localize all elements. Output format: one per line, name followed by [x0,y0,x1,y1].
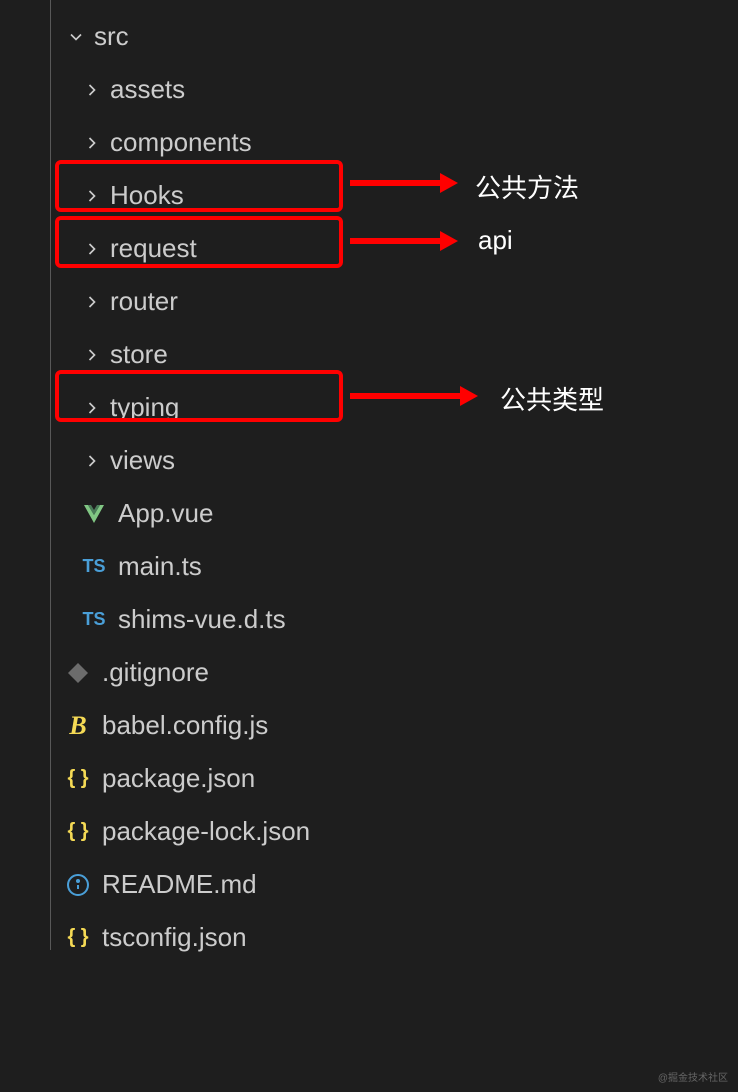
file-label: shims-vue.d.ts [118,604,286,635]
arrow-hooks [350,180,440,186]
chevron-right-icon [80,343,104,367]
annotation-typing: 公共类型 [500,380,604,417]
folder-label: typing [110,392,179,423]
arrow-request [350,238,440,244]
folder-store[interactable]: store [50,328,738,381]
folder-label: assets [110,74,185,105]
file-label: App.vue [118,498,213,529]
folder-label: store [110,339,168,370]
folder-views[interactable]: views [50,434,738,487]
typescript-icon: TS [80,553,108,581]
file-app-vue[interactable]: App.vue [50,487,738,540]
file-label: package-lock.json [102,816,310,847]
folder-label: components [110,127,252,158]
folder-router[interactable]: router [50,275,738,328]
chevron-right-icon [80,78,104,102]
chevron-right-icon [80,449,104,473]
chevron-right-icon [80,184,104,208]
folder-label: Hooks [110,180,184,211]
file-tsconfig[interactable]: { } tsconfig.json [50,911,738,964]
json-icon: { } [64,924,92,952]
file-label: main.ts [118,551,202,582]
json-icon: { } [64,818,92,846]
chevron-right-icon [80,237,104,261]
annotation-request: api [478,225,513,256]
vue-icon [80,500,108,528]
folder-label: src [94,21,129,52]
file-label: README.md [102,869,257,900]
git-icon [64,659,92,687]
folder-hooks[interactable]: Hooks [50,169,738,222]
file-gitignore[interactable]: .gitignore [50,646,738,699]
file-label: babel.config.js [102,710,268,741]
folder-request[interactable]: request [50,222,738,275]
folder-components[interactable]: components [50,116,738,169]
file-tree: src assets components Hooks request rout… [0,0,738,964]
file-babel-config[interactable]: B babel.config.js [50,699,738,752]
file-label: package.json [102,763,255,794]
chevron-right-icon [80,396,104,420]
folder-label: router [110,286,178,317]
arrow-typing [350,393,460,399]
folder-label: request [110,233,197,264]
folder-label: views [110,445,175,476]
file-readme[interactable]: README.md [50,858,738,911]
file-package-lock[interactable]: { } package-lock.json [50,805,738,858]
info-icon [64,871,92,899]
watermark: @掘金技术社区 [658,1069,728,1084]
chevron-down-icon [64,25,88,49]
json-icon: { } [64,765,92,793]
folder-typing[interactable]: typing [50,381,738,434]
chevron-right-icon [80,131,104,155]
chevron-right-icon [80,290,104,314]
arrow-head-icon [440,173,458,193]
file-main-ts[interactable]: TS main.ts [50,540,738,593]
file-label: .gitignore [102,657,209,688]
file-package-json[interactable]: { } package.json [50,752,738,805]
annotation-hooks: 公共方法 [475,168,579,205]
arrow-head-icon [440,231,458,251]
arrow-head-icon [460,386,478,406]
babel-icon: B [64,712,92,740]
folder-assets[interactable]: assets [50,63,738,116]
file-label: tsconfig.json [102,922,247,953]
folder-src[interactable]: src [50,10,738,63]
file-shims-vue[interactable]: TS shims-vue.d.ts [50,593,738,646]
typescript-icon: TS [80,606,108,634]
